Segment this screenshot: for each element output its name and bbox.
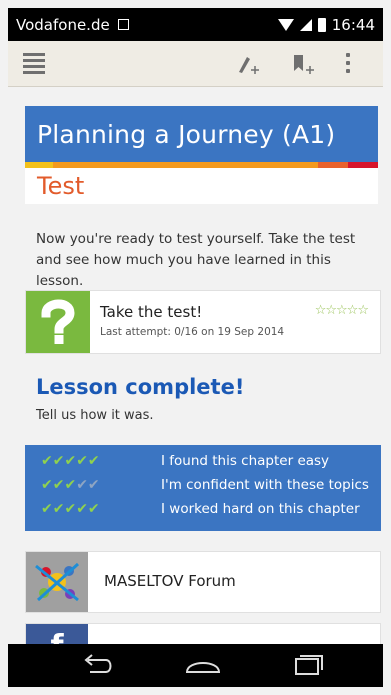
color-strip bbox=[25, 162, 378, 168]
back-icon[interactable] bbox=[78, 652, 118, 678]
forum-card[interactable]: MASELTOV Forum bbox=[25, 551, 381, 613]
test-title: Take the test! bbox=[100, 303, 203, 321]
app-screen: Vodafone.de 16:44 Planning a Journey (A1… bbox=[0, 0, 391, 695]
last-attempt: Last attempt: 0/16 on 19 Sep 2014 bbox=[100, 326, 285, 338]
feedback-prompt: Tell us how it was. bbox=[36, 408, 154, 423]
check-rating[interactable]: ✔✔✔✔✔ bbox=[41, 501, 161, 517]
feedback-row-easy[interactable]: ✔✔✔✔✔ I found this chapter easy bbox=[41, 453, 329, 469]
feedback-label: I'm confident with these topics bbox=[161, 477, 369, 493]
facebook-icon: f bbox=[26, 624, 88, 644]
forum-logo-icon bbox=[26, 552, 88, 612]
lesson-title: Planning a Journey (A1) bbox=[25, 106, 378, 162]
facebook-card[interactable]: f bbox=[25, 623, 381, 644]
carrier-name: Vodafone.de bbox=[16, 15, 110, 34]
question-mark-icon bbox=[26, 291, 90, 353]
battery-icon bbox=[317, 17, 326, 32]
section-subtitle: Test bbox=[25, 168, 378, 204]
feedback-row-confident[interactable]: ✔✔✔✔✔ I'm confident with these topics bbox=[41, 477, 369, 493]
feedback-label: I worked hard on this chapter bbox=[161, 501, 360, 517]
take-test-card[interactable]: Take the test! Last attempt: 0/16 on 19 … bbox=[25, 290, 381, 354]
forum-label: MASELTOV Forum bbox=[104, 572, 236, 590]
recent-apps-icon[interactable] bbox=[288, 652, 328, 678]
navigation-bar bbox=[8, 644, 383, 687]
status-bar: Vodafone.de 16:44 bbox=[8, 8, 383, 41]
check-rating[interactable]: ✔✔✔✔✔ bbox=[41, 453, 161, 469]
more-options-icon[interactable] bbox=[345, 53, 351, 75]
rating-stars: ☆☆☆☆☆ bbox=[314, 303, 369, 318]
feedback-label: I found this chapter easy bbox=[161, 453, 330, 469]
lesson-content: Planning a Journey (A1) Test Now you're … bbox=[8, 86, 383, 644]
home-icon[interactable] bbox=[183, 652, 223, 678]
notification-icon bbox=[117, 19, 129, 30]
signal-icon bbox=[299, 18, 312, 31]
add-note-icon[interactable] bbox=[236, 53, 260, 77]
check-rating[interactable]: ✔✔✔✔✔ bbox=[41, 477, 161, 493]
clock: 16:44 bbox=[331, 15, 375, 34]
menu-icon[interactable] bbox=[23, 53, 45, 74]
feedback-panel: ✔✔✔✔✔ I found this chapter easy ✔✔✔✔✔ I'… bbox=[25, 445, 381, 531]
add-bookmark-icon[interactable] bbox=[291, 53, 315, 77]
lesson-complete-heading: Lesson complete! bbox=[36, 375, 245, 399]
feedback-row-worked-hard[interactable]: ✔✔✔✔✔ I worked hard on this chapter bbox=[41, 501, 360, 517]
lesson-header: Planning a Journey (A1) Test bbox=[25, 106, 378, 204]
intro-text: Now you're ready to test yourself. Take … bbox=[36, 231, 356, 289]
wifi-icon bbox=[277, 18, 294, 31]
app-toolbar bbox=[8, 41, 383, 87]
